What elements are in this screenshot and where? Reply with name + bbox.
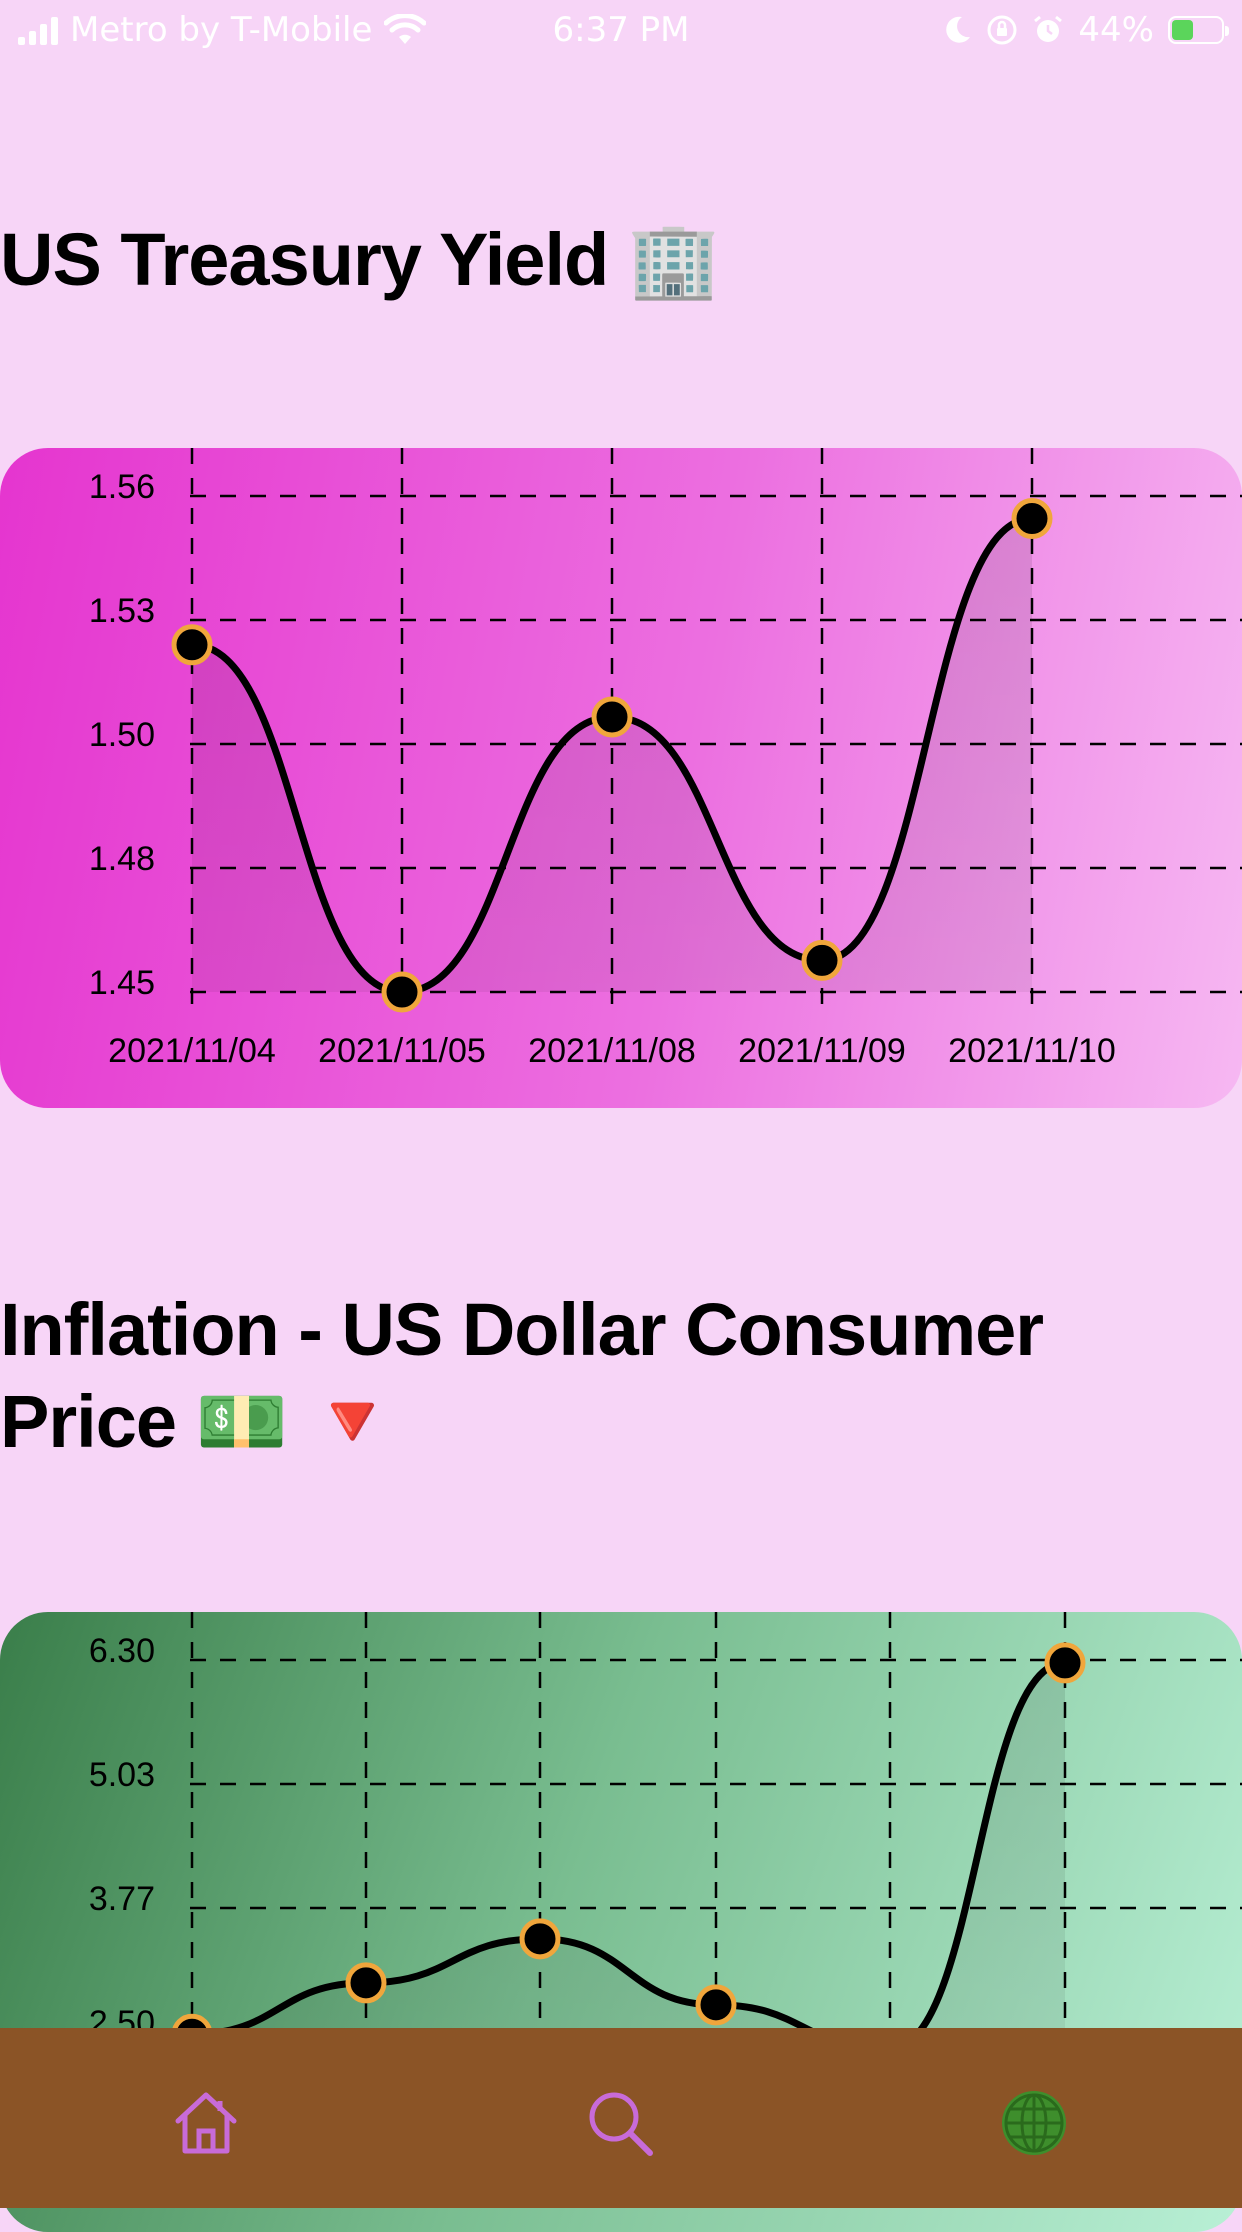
alarm-icon bbox=[1034, 15, 1063, 42]
moon-icon bbox=[946, 16, 971, 43]
battery-percent: 44% bbox=[1078, 10, 1154, 50]
y-tick-label: 1.48 bbox=[89, 840, 155, 878]
status-right: 44% bbox=[944, 10, 1229, 50]
x-tick-label: 2021/11/08 bbox=[528, 1032, 696, 1070]
y-tick-label: 1.56 bbox=[89, 468, 155, 506]
y-tick-label: 1.53 bbox=[89, 592, 155, 630]
data-point bbox=[591, 696, 633, 738]
series-area bbox=[192, 518, 1032, 992]
data-point bbox=[1044, 1642, 1086, 1684]
data-point bbox=[801, 939, 843, 981]
data-point bbox=[519, 1918, 561, 1960]
data-point bbox=[345, 1962, 387, 2004]
orientation-lock-icon bbox=[987, 15, 1017, 45]
x-tick-label: 2021/11/10 bbox=[948, 1032, 1116, 1070]
battery-icon bbox=[1168, 16, 1229, 44]
y-tick-label: 3.77 bbox=[89, 1880, 155, 1918]
data-point bbox=[695, 1984, 737, 2026]
house-icon bbox=[175, 2092, 237, 2154]
treasury-yield-chart: 1.56 1.53 1.50 1.48 1.45 2021/11/04 2021/11/05… bbox=[0, 448, 1242, 1108]
section-title-treasury-yield: US Treasury Yield 🏢 bbox=[0, 218, 720, 301]
treasury-yield-chart-svg: 1.56 1.53 1.50 1.48 1.45 2021/11/04 2021/11/05… bbox=[89, 448, 1242, 1070]
globe-icon bbox=[1002, 2091, 1066, 2155]
tab-search[interactable] bbox=[580, 2083, 660, 2163]
x-tick-label: 2021/11/09 bbox=[738, 1032, 906, 1070]
tab-bar bbox=[0, 2028, 1242, 2208]
section-title-inflation: Inflation - US Dollar Consumer Price 💵 🔻 bbox=[0, 1288, 1044, 1463]
data-point bbox=[1011, 498, 1053, 540]
y-tick-label: 6.30 bbox=[89, 1632, 155, 1670]
status-bar: Metro by T-Mobile 6:37 PM 44% bbox=[0, 0, 1242, 62]
magnifying-glass-icon bbox=[589, 2092, 653, 2156]
y-tick-label: 1.45 bbox=[89, 964, 155, 1002]
data-point bbox=[171, 624, 213, 666]
x-tick-label: 2021/11/04 bbox=[108, 1032, 276, 1070]
tab-globe[interactable] bbox=[994, 2083, 1074, 2163]
y-tick-label: 5.03 bbox=[89, 1756, 155, 1794]
x-tick-label: 2021/11/05 bbox=[318, 1032, 486, 1070]
tab-home[interactable] bbox=[166, 2083, 246, 2163]
y-tick-label: 1.50 bbox=[89, 716, 155, 754]
data-point bbox=[381, 971, 423, 1013]
